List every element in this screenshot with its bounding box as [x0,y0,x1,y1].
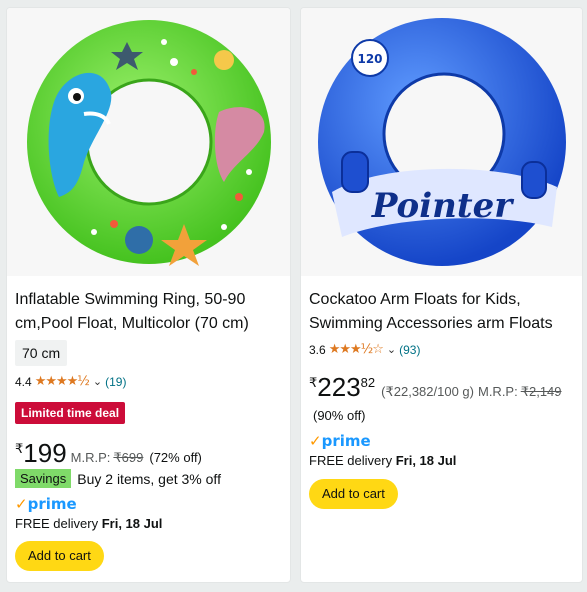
delivery-date: Fri, 18 Jul [101,516,163,531]
price-value: 223 [317,372,361,402]
prime-label: prime [321,432,371,450]
mrp-value: ₹2,149 [520,384,562,399]
delivery-prefix: FREE delivery [309,453,393,468]
prime-logo: ✓prime [309,432,371,450]
delivery-date: Fri, 18 Jul [395,453,457,468]
add-to-cart-button[interactable]: Add to cart [15,541,104,571]
review-count-link[interactable]: (19) [105,375,126,389]
savings-badge: Savings [15,469,72,488]
product-title[interactable]: Cockatoo Arm Floats for Kids, Swimming A… [309,288,571,336]
prime-check-icon: ✓ [309,432,322,450]
review-count-link[interactable]: (93) [399,343,420,357]
product-image[interactable] [7,8,290,276]
price-row: ₹ 199 M.R.P: ₹699 (72% off) [15,438,202,469]
price-fraction: 82 [360,375,376,390]
chevron-down-icon[interactable]: ⌄ [93,375,102,388]
prime-check-icon: ✓ [15,495,28,513]
currency-symbol: ₹ [15,441,24,456]
add-to-cart-button[interactable]: Add to cart [309,479,398,509]
chevron-down-icon[interactable]: ⌄ [387,343,396,356]
prime-label: prime [27,495,77,513]
price-value: 199 [23,438,67,468]
rating-value: 3.6 [309,342,326,357]
currency-symbol: ₹ [309,375,318,390]
rating-row[interactable]: 3.6 ★★★½☆ ⌄ (93) [309,342,420,357]
delivery-info: FREE delivery Fri, 18 Jul [15,516,162,531]
discount-percent: (90% off) [313,408,366,423]
savings-row: Savings Buy 2 items, get 3% off [15,469,221,488]
prime-logo: ✓prime [15,495,77,513]
price-row: ₹ 223 82 (₹22,382/100 g) M.R.P: ₹2,149 [309,372,562,403]
arm-float-image: 120 Pointer [317,18,566,266]
product-image[interactable]: 120 Pointer [301,8,582,276]
star-rating-icon: ★★★★½ [34,374,90,389]
product-card[interactable]: 120 Pointer Cockatoo Arm Floats for Kids… [300,7,583,583]
rating-value: 4.4 [15,374,32,389]
swim-ring-image [26,20,271,266]
rating-row[interactable]: 4.4 ★★★★½ ⌄ (19) [15,374,126,389]
savings-text: Buy 2 items, get 3% off [77,470,221,487]
discount-percent: (72% off) [149,450,202,465]
unit-price: (₹22,382/100 g) [381,384,474,399]
mrp-label: M.R.P: [70,450,111,465]
size-chip[interactable]: 70 cm [15,340,68,366]
badge-number: 120 [357,52,382,66]
limited-deal-badge: Limited time deal [15,402,126,424]
product-title[interactable]: Inflatable Swimming Ring, 50-90 cm,Pool … [15,288,277,336]
brand-text: Pointer [370,186,513,226]
star-rating-icon: ★★★½☆ [328,342,384,357]
delivery-prefix: FREE delivery [15,516,99,531]
mrp-value: ₹699 [113,450,144,465]
delivery-info: FREE delivery Fri, 18 Jul [309,453,456,468]
product-card[interactable]: Inflatable Swimming Ring, 50-90 cm,Pool … [6,7,291,583]
mrp-label: M.R.P: [477,384,518,399]
